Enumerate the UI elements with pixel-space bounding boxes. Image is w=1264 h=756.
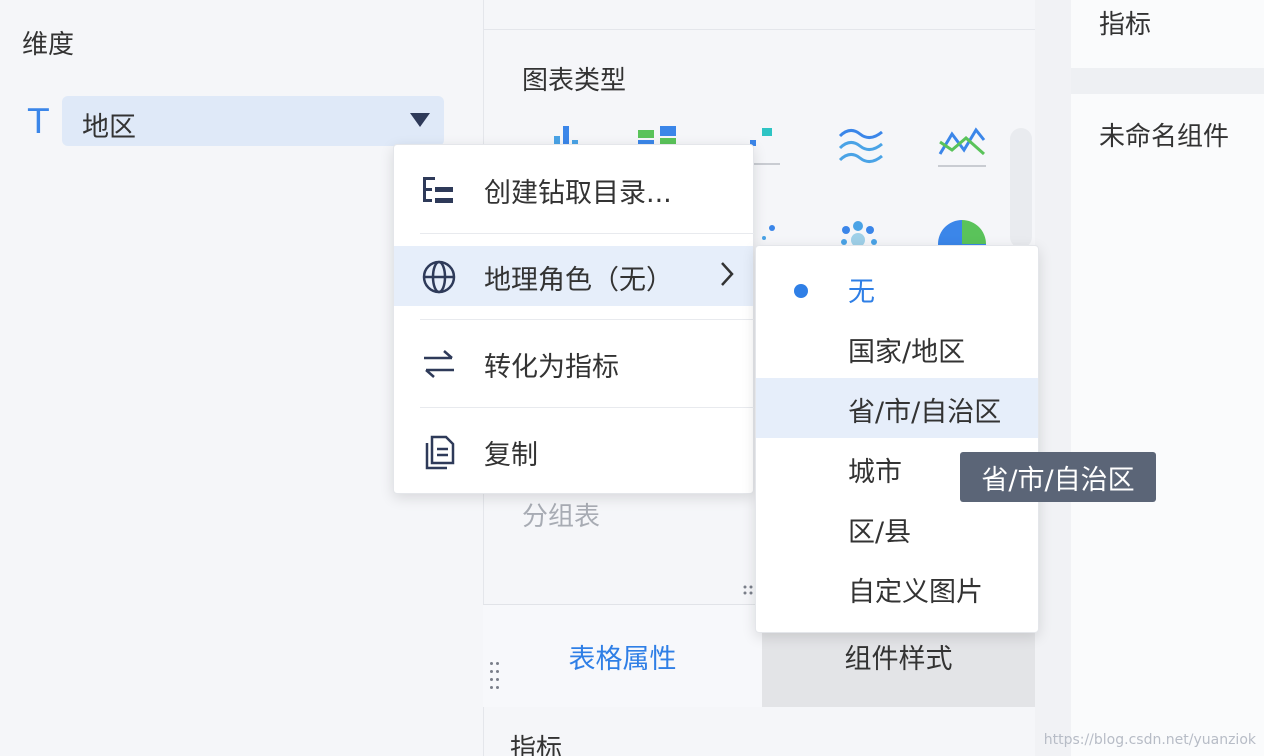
line-chart-icon[interactable] xyxy=(836,124,886,168)
geo-option-label: 城市 xyxy=(848,457,902,488)
dimension-field-pill[interactable]: 地区 xyxy=(62,96,444,146)
tree-list-icon xyxy=(423,177,453,203)
resize-grip-icon[interactable] xyxy=(742,584,756,596)
component-card: 未命名组件 xyxy=(1071,94,1264,756)
text-type-icon: T xyxy=(28,102,49,142)
metrics-title: 指标 xyxy=(1099,10,1152,40)
component-name[interactable]: 未命名组件 xyxy=(1099,116,1229,153)
chart-type-title: 图表类型 xyxy=(522,66,627,96)
copy-icon xyxy=(425,435,455,470)
menu-item-convert-to-metric[interactable]: 转化为指标 xyxy=(394,333,753,393)
menu-item-create-drill-directory[interactable]: 创建钻取目录... xyxy=(394,159,753,219)
chevron-right-icon xyxy=(721,262,734,286)
menu-item-label: 复制 xyxy=(484,440,538,471)
dimension-field-label: 地区 xyxy=(82,112,136,143)
metrics-card: 指标 xyxy=(1071,0,1264,68)
menu-divider xyxy=(420,233,754,234)
geo-option-label: 省/市/自治区 xyxy=(848,397,1002,428)
menu-item-copy[interactable]: 复制 xyxy=(394,421,753,481)
right-panel: 指标 未命名组件 xyxy=(1071,0,1264,756)
watermark: https://blog.csdn.net/yuanziok xyxy=(1043,732,1256,748)
caret-down-icon[interactable] xyxy=(410,113,430,127)
multi-line-chart-icon[interactable] xyxy=(936,124,988,168)
menu-divider xyxy=(420,319,754,320)
bubble-chart-icon[interactable] xyxy=(836,218,882,248)
menu-divider xyxy=(420,407,754,408)
dimension-field-row[interactable]: T 地区 xyxy=(22,96,444,146)
pie-chart-icon[interactable] xyxy=(936,218,986,248)
menu-item-label: 转化为指标 xyxy=(484,352,619,383)
geo-option-label: 自定义图片 xyxy=(848,577,983,608)
swap-arrows-icon xyxy=(424,350,454,378)
globe-icon xyxy=(422,260,456,294)
geo-option-label: 无 xyxy=(848,277,875,308)
chart-types-scrollbar[interactable] xyxy=(1010,128,1032,248)
drag-handle-icon[interactable] xyxy=(490,662,502,696)
panel-top-strip xyxy=(484,0,1035,30)
selected-dot-icon xyxy=(794,284,808,298)
menu-item-label: 地理角色（无） xyxy=(484,265,673,296)
menu-item-label: 创建钻取目录... xyxy=(484,178,672,209)
dimension-context-menu: 创建钻取目录... 地理角色（无） 转化为指标 复制 xyxy=(393,144,754,494)
geo-option-country[interactable]: 国家/地区 xyxy=(756,318,1038,378)
tab-table-properties[interactable]: 表格属性 xyxy=(483,605,762,707)
geo-role-submenu: 无 国家/地区 省/市/自治区 城市 区/县 自定义图片 xyxy=(755,245,1039,633)
geo-option-label: 国家/地区 xyxy=(848,337,966,368)
menu-item-geo-role[interactable]: 地理角色（无） xyxy=(394,246,753,306)
dimensions-title: 维度 xyxy=(22,30,75,60)
panel-gutter xyxy=(1035,0,1071,756)
geo-option-province[interactable]: 省/市/自治区 xyxy=(756,378,1038,438)
geo-option-district[interactable]: 区/县 xyxy=(756,498,1038,558)
geo-option-label: 区/县 xyxy=(848,517,912,548)
metrics-section-label: 指标 xyxy=(510,734,563,756)
chart-type-caption: 分组表 xyxy=(522,502,601,532)
hover-tooltip: 省/市/自治区 xyxy=(960,452,1156,502)
geo-option-none[interactable]: 无 xyxy=(756,258,1038,318)
geo-option-custom-image[interactable]: 自定义图片 xyxy=(756,558,1038,618)
